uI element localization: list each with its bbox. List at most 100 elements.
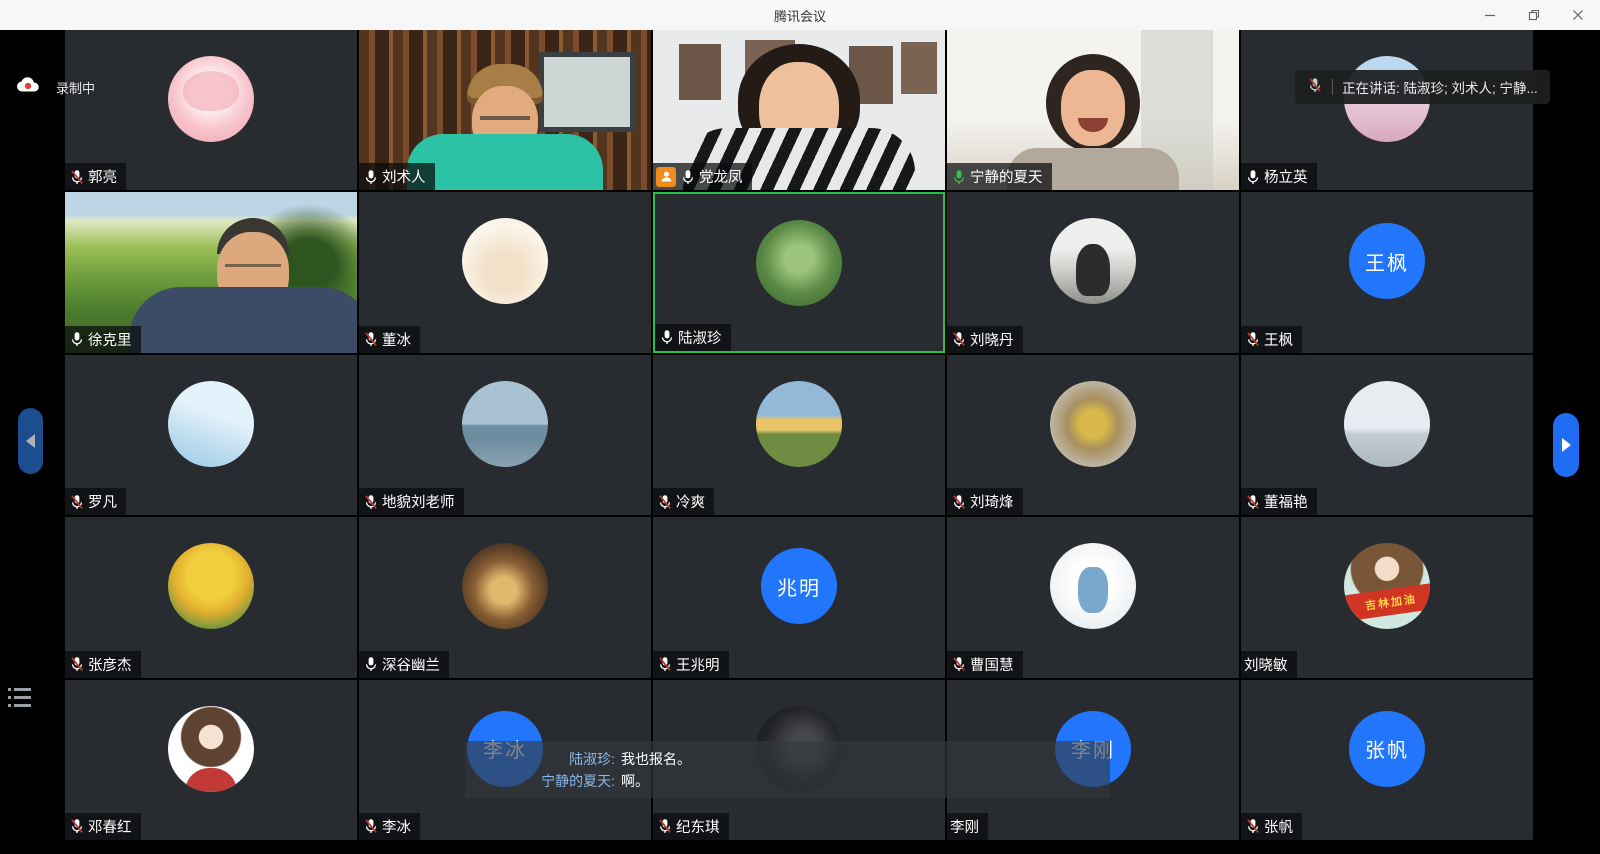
participant-name-label: 董冰 xyxy=(359,326,420,353)
participant-avatar: 张帆 xyxy=(1349,711,1425,787)
chat-sender: 宁静的夏天: xyxy=(503,771,615,791)
participant-name: 陆淑珍 xyxy=(678,327,722,348)
chat-text: 我也报名。 xyxy=(621,749,691,769)
participant-name: 张帆 xyxy=(1264,816,1293,837)
participant-tile-danglongfeng[interactable]: 党龙凤 xyxy=(653,30,945,190)
participant-name-label: 刘晓丹 xyxy=(947,326,1023,353)
meeting-window: 腾讯会议 xyxy=(0,0,1600,854)
participant-name-label: 王枫 xyxy=(1241,326,1302,353)
participant-tile-dimaoliu[interactable]: 地貌刘老师 xyxy=(359,355,651,515)
participant-tile-dengchunhong[interactable]: 邓春红 xyxy=(65,680,357,840)
participant-avatar xyxy=(1050,543,1136,629)
participant-name-label: 深谷幽兰 xyxy=(359,651,449,678)
participant-name-label: 张彦杰 xyxy=(65,651,141,678)
participant-avatar xyxy=(168,543,254,629)
chat-message: 陆淑珍: 我也报名。 xyxy=(503,749,1110,769)
participant-name: 董福艳 xyxy=(1264,491,1308,512)
participant-name: 冷爽 xyxy=(676,491,705,512)
participant-tile-zhangyanjie[interactable]: 张彦杰 xyxy=(65,517,357,677)
restore-button[interactable] xyxy=(1512,0,1556,30)
participant-name-label: 刘术人 xyxy=(359,163,435,190)
window-title: 腾讯会议 xyxy=(774,6,826,25)
participant-tile-yangliying[interactable]: 杨立英 xyxy=(1241,30,1533,190)
participant-avatar-initials: 张帆 xyxy=(1365,734,1409,763)
participant-name: 宁静的夏天 xyxy=(970,166,1043,187)
participant-name: 刘琦烽 xyxy=(970,491,1014,512)
chat-text: 啊。 xyxy=(621,771,649,791)
participant-tile-wangfeng[interactable]: 王枫 王枫 xyxy=(1241,192,1533,352)
mic-icon xyxy=(656,656,673,673)
participant-name-label: 曹国慧 xyxy=(947,651,1023,678)
mic-icon xyxy=(68,168,85,185)
participant-tile-liuxiaodan[interactable]: 刘晓丹 xyxy=(947,192,1239,352)
participant-name: 徐克里 xyxy=(88,329,132,350)
recording-indicator: 录制中 xyxy=(16,76,95,98)
participant-name: 李刚 xyxy=(950,816,979,837)
participant-avatar xyxy=(168,381,254,467)
mic-icon xyxy=(658,329,675,346)
participant-tile-lushuzhen[interactable]: 陆淑珍 xyxy=(653,192,945,352)
participant-tile-liushuren[interactable]: 刘术人 xyxy=(359,30,651,190)
participant-name: 刘术人 xyxy=(382,166,426,187)
mic-icon xyxy=(656,493,673,510)
participant-tile-caoguohui[interactable]: 曹国慧 xyxy=(947,517,1239,677)
participant-name-label: 地貌刘老师 xyxy=(359,488,464,515)
participant-name-label: 董福艳 xyxy=(1241,488,1317,515)
mic-icon xyxy=(950,168,967,185)
participant-name: 地貌刘老师 xyxy=(382,491,455,512)
participant-name: 王枫 xyxy=(1264,329,1293,350)
chat-message-overlay: 陆淑珍: 我也报名。 宁静的夏天: 啊。 xyxy=(465,741,1110,798)
minimize-button[interactable] xyxy=(1468,0,1512,30)
participant-name: 深谷幽兰 xyxy=(382,654,440,675)
participant-tile-wangzhaoming[interactable]: 兆明 王兆明 xyxy=(653,517,945,677)
participant-tile-dongfuyan[interactable]: 董福艳 xyxy=(1241,355,1533,515)
member-list-icon[interactable] xyxy=(8,688,34,712)
mic-icon xyxy=(1244,493,1261,510)
participant-avatar-text: 吉林加油 xyxy=(1344,582,1430,623)
mic-icon xyxy=(362,331,379,348)
participant-tile-xukeli[interactable]: 徐克里 xyxy=(65,192,357,352)
participant-tile-lengshuang[interactable]: 冷爽 xyxy=(653,355,945,515)
participant-name-label: 李刚 xyxy=(947,813,988,840)
participant-grid: 郭亮 刘术人 xyxy=(65,30,1533,840)
participant-name: 刘晓丹 xyxy=(970,329,1014,350)
close-button[interactable] xyxy=(1556,0,1600,30)
mic-icon xyxy=(656,818,673,835)
participant-avatar xyxy=(756,220,842,306)
next-page-button[interactable] xyxy=(1553,413,1579,477)
recording-cloud-icon xyxy=(16,76,40,98)
participant-name-label: 党龙凤 xyxy=(653,163,752,190)
participant-name-label: 邓春红 xyxy=(65,813,141,840)
participant-tile-shenguyoulan[interactable]: 深谷幽兰 xyxy=(359,517,651,677)
participant-name: 王兆明 xyxy=(676,654,720,675)
participant-avatar xyxy=(756,381,842,467)
participant-name-label: 张帆 xyxy=(1241,813,1302,840)
mic-icon xyxy=(950,493,967,510)
participant-tile-zhangfan[interactable]: 张帆 张帆 xyxy=(1241,680,1533,840)
mic-icon xyxy=(68,818,85,835)
participant-name-label: 冷爽 xyxy=(653,488,714,515)
participant-tile-guoliang[interactable]: 郭亮 xyxy=(65,30,357,190)
participant-tile-ningjing[interactable]: 宁静的夏天 xyxy=(947,30,1239,190)
chat-sender: 陆淑珍: xyxy=(503,749,615,769)
participant-avatar-initials: 兆明 xyxy=(777,572,821,601)
participant-avatar xyxy=(462,381,548,467)
mic-icon xyxy=(362,168,379,185)
participant-name-label: 刘晓敏 xyxy=(1241,651,1297,678)
participant-name: 罗凡 xyxy=(88,491,117,512)
prev-page-button[interactable] xyxy=(18,408,43,474)
participant-avatar-initials: 王枫 xyxy=(1365,247,1409,276)
participant-tile-luofan[interactable]: 罗凡 xyxy=(65,355,357,515)
participant-avatar: 吉林加油 xyxy=(1344,543,1430,629)
mic-icon xyxy=(950,331,967,348)
participant-avatar: 兆明 xyxy=(761,548,837,624)
mic-icon xyxy=(1244,331,1261,348)
participant-tile-dongbing[interactable]: 董冰 xyxy=(359,192,651,352)
participant-name: 曹国慧 xyxy=(970,654,1014,675)
participant-tile-liuqifeng[interactable]: 刘琦烽 xyxy=(947,355,1239,515)
speaking-indicator: 正在讲话: 陆淑珍; 刘术人; 宁静... xyxy=(1295,70,1550,104)
participant-name: 刘晓敏 xyxy=(1244,654,1288,675)
mic-icon xyxy=(68,493,85,510)
participant-tile-liuxiaomin[interactable]: 吉林加油 刘晓敏 xyxy=(1241,517,1533,677)
participant-name: 邓春红 xyxy=(88,816,132,837)
